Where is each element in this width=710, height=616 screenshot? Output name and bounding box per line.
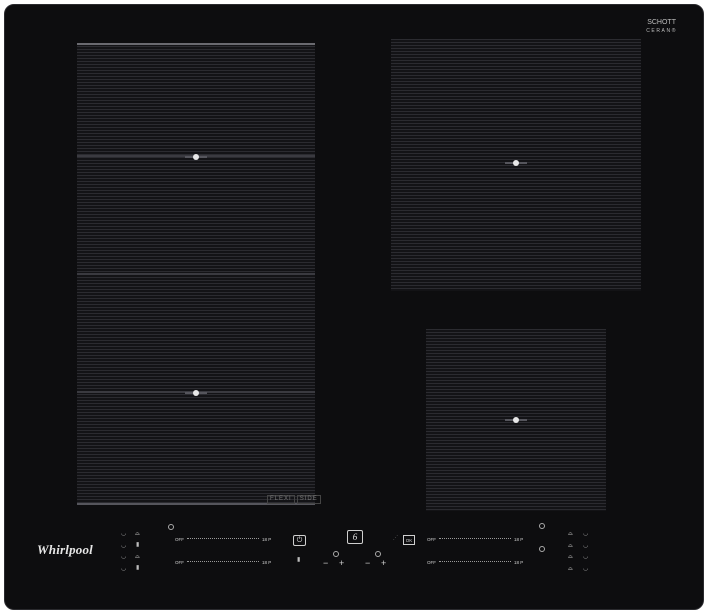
zone-center-marker <box>505 417 527 423</box>
whirlpool-logo: Whirlpool <box>37 542 93 557</box>
power-slider-left-rear[interactable]: OFF 18 P <box>175 534 271 544</box>
pot-icon[interactable]: ◡ <box>121 566 126 572</box>
pot-icon[interactable]: ◡ <box>583 554 588 560</box>
zone-center-marker <box>185 390 207 396</box>
timer-plus-button[interactable]: + <box>381 559 386 568</box>
ceran-text: CERAN® <box>646 28 677 34</box>
power-slider-left-front[interactable]: OFF 18 P <box>175 557 271 567</box>
timer-minus-button[interactable]: − <box>365 559 370 568</box>
timer-icon[interactable] <box>375 551 381 557</box>
zone-center-marker <box>185 154 207 160</box>
timer-plus-button[interactable]: + <box>339 559 344 568</box>
timer-icon[interactable] <box>539 546 545 552</box>
pan-icon[interactable]: ⌓ <box>568 531 573 537</box>
bottle-icon[interactable]: ▮ <box>136 565 139 571</box>
pan-icon[interactable]: ⌓ <box>568 554 573 560</box>
off-label: OFF <box>175 536 184 542</box>
zone-divider-2 <box>77 273 315 275</box>
slider-track[interactable] <box>439 538 511 540</box>
boost-label: 18 P <box>262 536 272 542</box>
boost-label: 18 P <box>262 559 272 565</box>
slider-track[interactable] <box>187 561 259 563</box>
lock-icon[interactable]: ▮ <box>297 557 300 563</box>
pot-icon[interactable]: ◡ <box>583 531 588 537</box>
pan-icon[interactable]: ⌓ <box>568 543 573 549</box>
pan-icon[interactable]: ⌓ <box>135 531 140 537</box>
power-button[interactable]: ⏻ <box>293 535 306 546</box>
slider-track[interactable] <box>187 538 259 540</box>
wifi-icon: ⋰ <box>393 535 398 541</box>
bottle-icon[interactable]: ▮ <box>136 542 139 548</box>
flexi-label: FLEXI <box>267 495 295 504</box>
off-label: OFF <box>427 536 436 542</box>
off-label: OFF <box>427 559 436 565</box>
timer-icon[interactable] <box>539 523 545 529</box>
zone-center-marker <box>505 160 527 166</box>
pot-icon[interactable]: ◡ <box>121 554 126 560</box>
timer-minus-button[interactable]: − <box>323 559 328 568</box>
boost-label: 18 P <box>514 559 524 565</box>
boost-label: 18 P <box>514 536 524 542</box>
pot-icon[interactable]: ◡ <box>121 543 126 549</box>
off-label: OFF <box>175 559 184 565</box>
flexi-side-badge: FLEXI SIDE <box>267 495 321 504</box>
power-slider-right-rear[interactable]: OFF 18 P <box>427 534 523 544</box>
schott-ceran-logo: SCHOTT CERAN® <box>646 19 677 35</box>
slider-track[interactable] <box>439 561 511 563</box>
power-slider-right-front[interactable]: OFF 18 P <box>427 557 523 567</box>
pan-icon[interactable]: ⌓ <box>135 554 140 560</box>
sixth-sense-button[interactable]: 6 <box>347 530 363 544</box>
timer-icon[interactable] <box>168 524 174 530</box>
pot-icon[interactable]: ◡ <box>583 543 588 549</box>
timer-icon[interactable] <box>333 551 339 557</box>
pot-icon[interactable]: ◡ <box>583 566 588 572</box>
pot-icon[interactable]: ◡ <box>121 531 126 537</box>
ok-button[interactable]: OK <box>403 535 415 545</box>
zone-divider-top <box>77 43 315 45</box>
schott-text: SCHOTT <box>647 19 676 26</box>
cooktop-glass: FLEXI SIDE SCHOTT CERAN® Whirlpool ◡ ⌓ ◡… <box>4 4 704 610</box>
side-label: SIDE <box>296 495 321 504</box>
pan-icon[interactable]: ⌓ <box>568 566 573 572</box>
